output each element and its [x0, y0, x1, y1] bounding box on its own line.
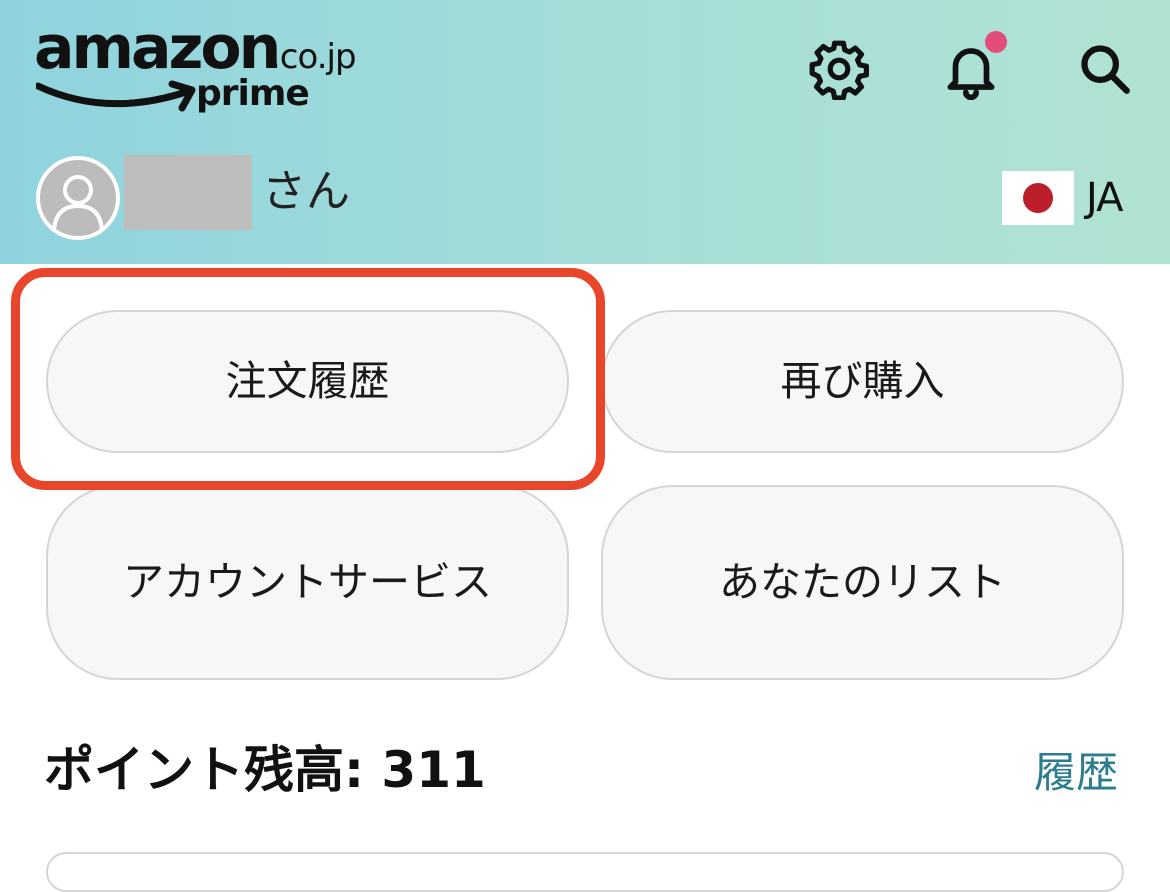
avatar[interactable]	[36, 156, 120, 240]
highlight-box	[11, 268, 605, 490]
user-silhouette-icon	[52, 175, 104, 231]
redacted-username	[124, 155, 252, 230]
amazon-smile-icon	[36, 80, 196, 112]
app-header: amazon .co.jp prime さん JA	[0, 0, 1170, 264]
logo-domain: .co.jp	[270, 37, 357, 77]
points-balance: ポイント残高: 311	[44, 741, 486, 799]
points-history-link[interactable]: 履歴	[1034, 752, 1118, 794]
username-suffix: さん	[262, 166, 350, 217]
amazon-prime-logo[interactable]: amazon .co.jp prime	[34, 18, 374, 128]
gear-icon	[809, 40, 869, 100]
japan-flag-icon	[1023, 183, 1053, 213]
search-icon	[1081, 45, 1130, 94]
search-button[interactable]	[1072, 36, 1138, 102]
settings-button[interactable]	[806, 36, 872, 102]
logo-wordmark: amazon	[34, 13, 281, 83]
bottom-card	[46, 852, 1124, 892]
logo-prime: prime	[196, 73, 310, 114]
buy-again-button[interactable]: 再び購入	[601, 310, 1124, 453]
notification-badge	[985, 31, 1007, 53]
language-label[interactable]: JA	[1086, 178, 1123, 218]
language-flag[interactable]	[1002, 171, 1074, 225]
your-lists-button[interactable]: あなたのリスト	[601, 485, 1124, 680]
account-service-button[interactable]: アカウントサービス	[46, 485, 569, 680]
